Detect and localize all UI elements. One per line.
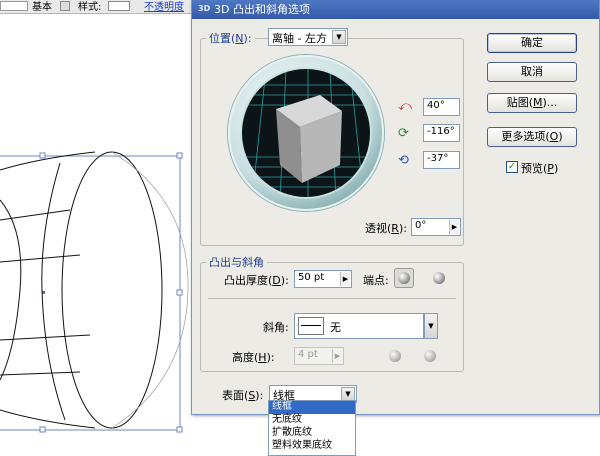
perspective-label: 透视(R): [365,222,407,235]
rotate-y-field[interactable]: -116° [423,124,460,142]
rotate-z-value: -37° [427,153,449,164]
cap-on-button[interactable] [394,268,414,288]
bevel-height-field[interactable]: 4 pt ▶ [294,347,344,365]
rotate-y-value: -116° [427,126,455,137]
cap-on-icon [398,272,410,284]
selection-handle [39,152,46,159]
rotate-x-icon: ⤺ [398,99,412,114]
selection-handle [39,426,46,433]
chevron-down-icon: ▼ [341,387,355,401]
rotate-z-field[interactable]: -37° [423,151,460,169]
selection-bounding-box [0,155,181,431]
position-dropdown[interactable]: 离轴 - 左方 ▼ [268,28,348,46]
selection-handle [176,426,183,433]
style-swatch[interactable] [108,1,130,11]
rotate-y-icon: ⟳ [398,126,409,141]
surface-options-list: 线框 无底纹 扩散底纹 塑料效果底纹 [268,400,356,456]
surface-option[interactable]: 无底纹 [269,414,355,427]
dialog-titlebar[interactable]: 3D 3D 凸出和斜角选项 [192,0,599,19]
3d-icon: 3D [198,4,211,13]
selection-handle [176,152,183,159]
extrude-bevel-dialog: 3D 3D 凸出和斜角选项 位置(N): 离轴 - 左方 ▼ ⤺ 40° ⟳ -… [191,0,600,415]
more-options-button[interactable]: 更多选项(O) [487,127,577,147]
bevel-height-value: 4 pt [298,349,318,360]
trackball-graphic [242,69,370,197]
cap-label: 端点: [363,274,389,287]
rotate-x-value: 40° [427,100,445,111]
extrude-bevel-label: 凸出与斜角 [206,254,267,270]
bevel-height-label: 高度(H): [232,351,275,364]
bevel-label: 斜角: [263,321,289,334]
chevron-right-icon[interactable]: ▶ [332,349,342,363]
separator [208,298,456,299]
ok-button[interactable]: 确定 [487,33,577,53]
perspective-field[interactable]: 0° ▶ [411,218,461,236]
opacity-link[interactable]: 不透明度 [144,0,184,13]
surface-option[interactable]: 扩散底纹 [269,427,355,440]
brush-dropdown[interactable] [60,1,70,11]
trackball-cube-view[interactable] [240,67,372,199]
surface-option[interactable]: 塑料效果底纹 [269,440,355,453]
control-toolbar: 基本 样式: 不透明度 [0,0,200,14]
chevron-right-icon[interactable]: ▶ [449,220,459,234]
preview-checkbox[interactable]: ✓ [506,161,518,173]
chevron-down-icon[interactable]: ▼ [424,313,438,339]
checkmark-icon: ✓ [507,161,517,172]
bevel-in-icon[interactable] [424,350,436,362]
brush-basic-label: 基本 [32,2,52,13]
chevron-down-icon: ▼ [332,30,346,44]
cap-off-button[interactable] [429,268,449,288]
position-value: 离轴 - 左方 [272,32,327,45]
preview-label[interactable]: 预览(P) [521,160,558,176]
bevel-preview-icon [298,317,324,335]
rotation-trackball[interactable] [228,55,384,211]
stroke-swatch[interactable] [0,1,28,11]
chevron-right-icon[interactable]: ▶ [340,272,350,286]
cap-off-icon [433,272,445,284]
bevel-value: 无 [330,321,341,334]
map-art-button[interactable]: 贴图(M)... [487,93,577,113]
bevel-out-icon[interactable] [389,350,401,362]
perspective-value: 0° [415,220,427,231]
style-label: 样式: [78,2,102,13]
extrude-depth-value: 50 pt [298,272,325,283]
cylinder-wireframe [0,151,163,429]
extrude-depth-label: 凸出厚度(D): [224,274,289,287]
rotate-x-field[interactable]: 40° [423,98,460,116]
selection-handle [176,289,183,296]
position-label: 位置(N): [206,30,255,46]
wireframe-cylinder-art [0,151,189,433]
dialog-title: 3D 凸出和斜角选项 [214,3,310,16]
bevel-dropdown[interactable]: 无 [294,313,424,339]
surface-option[interactable]: 线框 [269,401,355,414]
cancel-button[interactable]: 取消 [487,62,577,82]
extrude-depth-field[interactable]: 50 pt ▶ [294,270,352,288]
rotate-z-icon: ⟲ [398,153,409,168]
surface-label: 表面(S): [222,389,264,402]
